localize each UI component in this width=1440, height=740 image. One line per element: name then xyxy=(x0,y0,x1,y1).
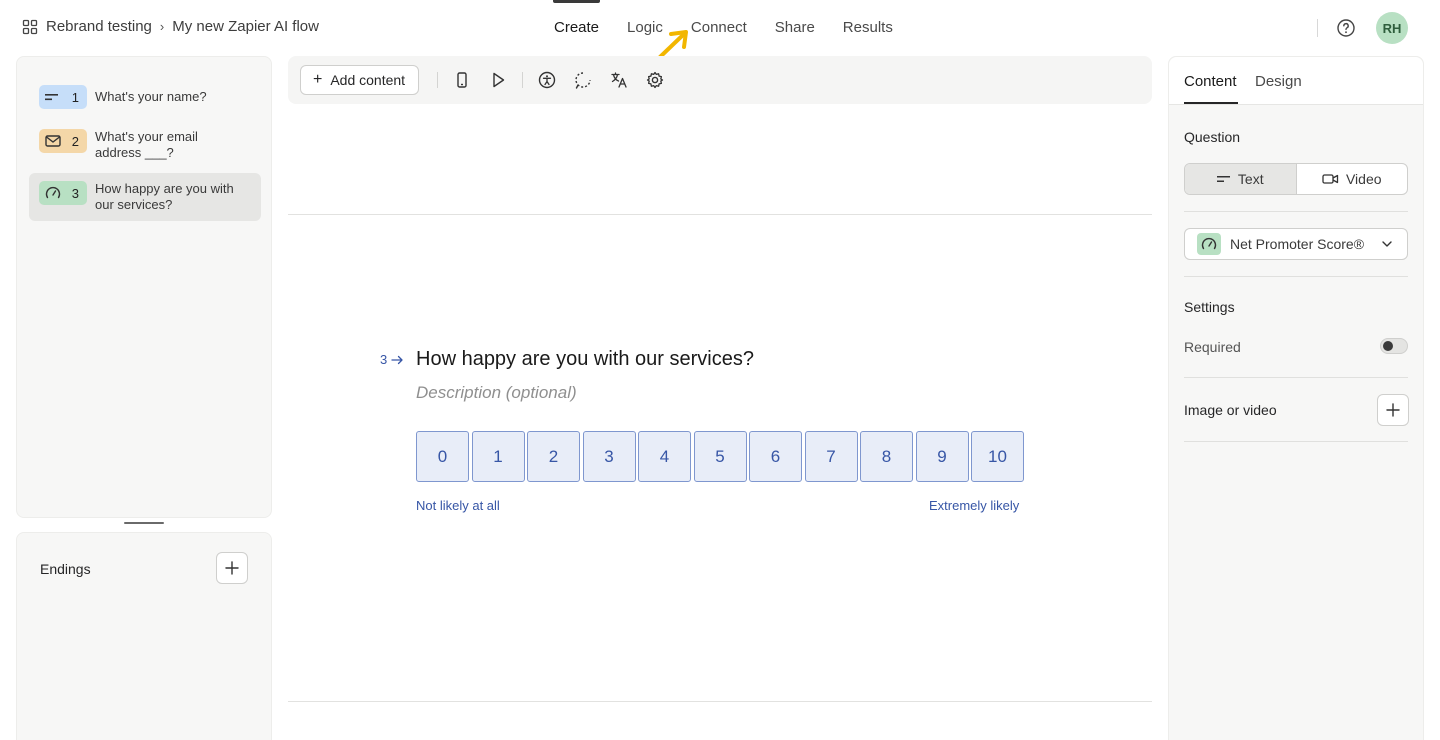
dotted-loop-icon[interactable] xyxy=(573,70,593,90)
nps-scale: 0 1 2 3 4 5 6 7 8 9 10 xyxy=(416,431,1027,482)
tab-create[interactable]: Create xyxy=(540,0,613,56)
scale-low-label[interactable]: Not likely at all xyxy=(416,498,500,513)
main-nav: Create Logic Connect Share Results xyxy=(540,0,907,56)
add-ending-button[interactable] xyxy=(216,552,248,584)
divider xyxy=(437,72,438,88)
canvas-bottom-border xyxy=(288,701,1152,702)
add-content-button[interactable]: + Add content xyxy=(300,65,420,95)
scale-option[interactable]: 4 xyxy=(638,431,691,482)
question-list-panel: 1 What's your name? 2 What's your email … xyxy=(16,56,272,518)
video-option-label: Video xyxy=(1345,171,1382,187)
translate-icon[interactable] xyxy=(609,70,629,90)
grid-icon[interactable] xyxy=(22,19,38,35)
scale-option[interactable]: 9 xyxy=(915,431,969,482)
play-icon[interactable] xyxy=(488,70,508,90)
scale-option[interactable]: 5 xyxy=(693,431,747,482)
list-item[interactable]: 3 How happy are you with our services? xyxy=(29,173,261,221)
divider xyxy=(1184,276,1408,277)
plus-icon xyxy=(225,561,239,575)
question-type-dropdown[interactable]: Net Promoter Score® xyxy=(1184,228,1408,260)
breadcrumb: Rebrand testing › My new Zapier AI flow xyxy=(22,18,319,35)
canvas-top-border xyxy=(288,214,1152,215)
video-option-button[interactable]: Video xyxy=(1297,164,1408,194)
properties-tabs: Content Design xyxy=(1169,57,1423,105)
short-text-icon xyxy=(1216,176,1230,182)
top-bar: Rebrand testing › My new Zapier AI flow … xyxy=(0,0,1440,59)
tab-content[interactable]: Content xyxy=(1184,73,1237,90)
question-title-input[interactable]: How happy are you with our services? xyxy=(416,348,754,371)
question-label: How happy are you with our services? xyxy=(95,181,234,212)
short-text-icon xyxy=(45,94,58,101)
envelope-icon xyxy=(45,135,61,147)
list-item[interactable]: 2 What's your email address ___? xyxy=(29,121,261,169)
list-item[interactable]: 1 What's your name? xyxy=(29,77,261,117)
scale-option[interactable]: 3 xyxy=(582,431,636,482)
scale-option[interactable]: 1 xyxy=(471,431,525,482)
question-number-indicator: 3 xyxy=(380,352,404,367)
gauge-icon xyxy=(1201,237,1217,250)
add-media-button[interactable] xyxy=(1377,394,1409,426)
divider xyxy=(1317,19,1318,37)
scale-option[interactable]: 7 xyxy=(804,431,858,482)
top-right-actions: RH xyxy=(1317,12,1408,44)
question-number: 2 xyxy=(71,133,79,149)
gauge-icon xyxy=(45,186,61,199)
text-option-label: Text xyxy=(1237,171,1264,187)
settings-heading: Settings xyxy=(1184,299,1235,315)
plus-icon xyxy=(1386,403,1400,417)
question-label: What's your name? xyxy=(95,89,207,104)
question-type-label: Net Promoter Score® xyxy=(1230,236,1365,252)
divider xyxy=(1184,377,1408,378)
question-description-input[interactable]: Description (optional) xyxy=(416,383,577,403)
question-type-badge xyxy=(1197,233,1221,255)
help-icon[interactable] xyxy=(1336,18,1356,38)
question-heading: Question xyxy=(1184,129,1241,145)
scale-option[interactable]: 6 xyxy=(749,431,802,482)
endings-title: Endings xyxy=(40,561,91,577)
tab-share[interactable]: Share xyxy=(761,0,829,56)
divider xyxy=(1184,211,1408,212)
question-badge: 2 xyxy=(39,129,87,153)
scale-option[interactable]: 10 xyxy=(971,431,1024,482)
endings-panel: Endings xyxy=(16,532,272,740)
settings-icon[interactable] xyxy=(645,70,665,90)
panel-resize-handle[interactable] xyxy=(124,522,164,524)
video-camera-icon xyxy=(1322,174,1339,184)
required-label: Required xyxy=(1184,339,1241,355)
chevron-right-icon: › xyxy=(159,19,165,34)
arrow-right-icon xyxy=(391,355,403,364)
accessibility-icon[interactable] xyxy=(537,70,557,90)
tab-results[interactable]: Results xyxy=(829,0,907,56)
breadcrumb-workspace[interactable]: Rebrand testing xyxy=(46,18,152,35)
mobile-preview-icon[interactable] xyxy=(452,70,472,90)
chevron-down-icon xyxy=(1382,241,1392,247)
question-number: 1 xyxy=(71,89,79,105)
scale-option[interactable]: 0 xyxy=(416,431,469,482)
question-badge: 1 xyxy=(39,85,87,109)
divider xyxy=(522,72,523,88)
breadcrumb-form-title[interactable]: My new Zapier AI flow xyxy=(172,18,319,35)
question-label: What's your email address ___? xyxy=(95,129,198,160)
properties-panel: Content Design Question Text Video Net P… xyxy=(1168,56,1424,740)
text-option-button[interactable]: Text xyxy=(1185,164,1297,194)
required-toggle[interactable] xyxy=(1380,338,1408,354)
scale-high-label[interactable]: Extremely likely xyxy=(929,498,1019,513)
tab-design[interactable]: Design xyxy=(1255,73,1302,90)
image-video-label: Image or video xyxy=(1184,402,1277,418)
divider xyxy=(1184,441,1408,442)
editor-toolbar: + Add content xyxy=(288,56,1152,104)
scale-option[interactable]: 8 xyxy=(860,431,913,482)
scale-option[interactable]: 2 xyxy=(527,431,580,482)
question-badge: 3 xyxy=(39,181,87,205)
question-number: 3 xyxy=(71,185,79,201)
add-content-label: Add content xyxy=(330,72,406,88)
active-tab-indicator xyxy=(1184,102,1238,104)
plus-icon: + xyxy=(313,71,323,88)
question-number: 3 xyxy=(380,352,388,367)
toggle-knob xyxy=(1383,341,1393,351)
media-type-toggle: Text Video xyxy=(1184,163,1408,195)
avatar[interactable]: RH xyxy=(1376,12,1408,44)
